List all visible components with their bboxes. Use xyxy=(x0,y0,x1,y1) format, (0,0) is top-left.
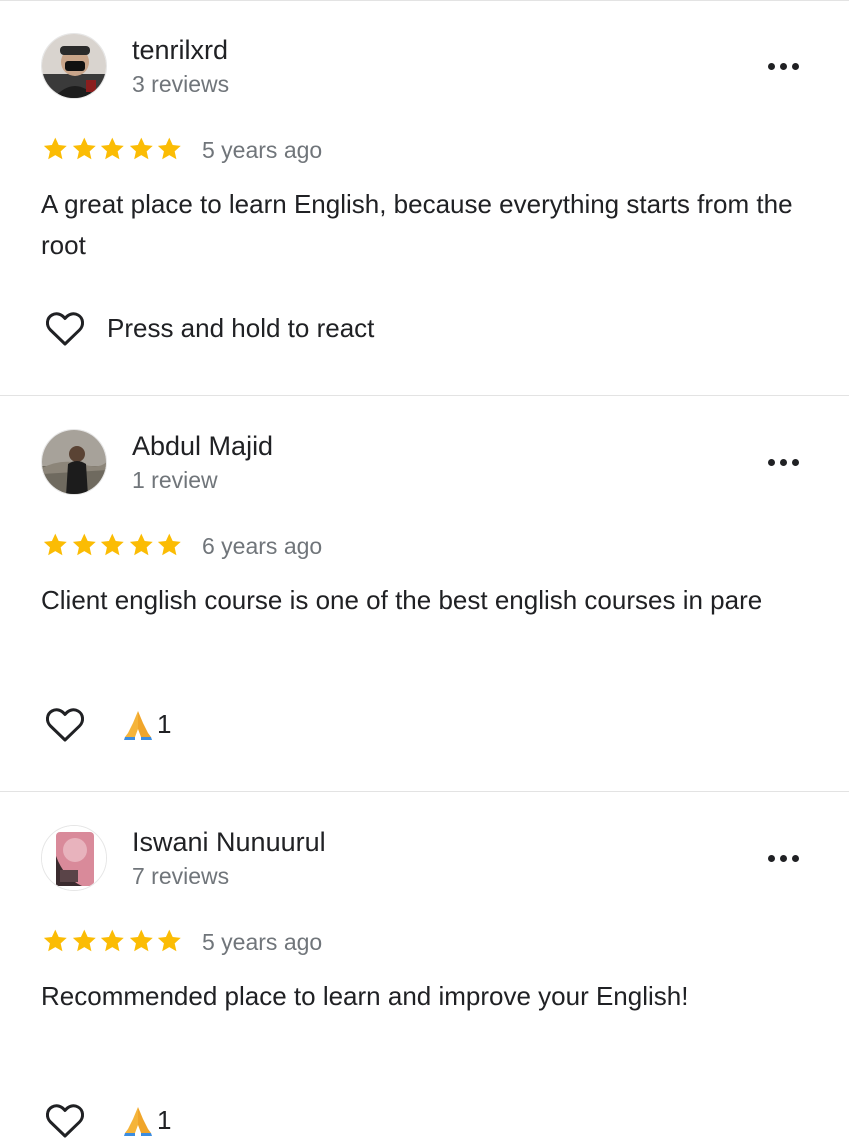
folded-hands-icon xyxy=(124,711,152,740)
star-icon xyxy=(129,137,153,160)
review-date: 6 years ago xyxy=(202,533,323,559)
star-icon xyxy=(72,137,96,160)
star-icon xyxy=(72,533,96,556)
more-options-button[interactable] xyxy=(758,52,808,80)
folded-hands-icon xyxy=(124,1107,152,1136)
reaction-row: Press and hold to react xyxy=(41,304,374,352)
reviewer-name[interactable]: Abdul Majid xyxy=(132,430,273,462)
star-icon xyxy=(43,929,67,952)
heart-outline-icon[interactable] xyxy=(41,304,89,352)
more-horizontal-icon xyxy=(767,854,775,862)
avatar[interactable] xyxy=(41,825,107,891)
review-card: Iswani Nunuurul 7 reviews 5 years ago Re… xyxy=(0,792,849,1143)
heart-outline-icon[interactable] xyxy=(41,700,89,748)
star-icon xyxy=(158,533,182,556)
reaction-chip[interactable]: 1 xyxy=(121,1103,171,1137)
review-card: Abdul Majid 1 review 6 years ago Client … xyxy=(0,396,849,792)
star-icon xyxy=(101,929,124,952)
star-icon xyxy=(101,137,124,160)
reaction-chip[interactable]: 1 xyxy=(121,707,171,741)
star-rating xyxy=(41,135,184,163)
reviews-feed: tenrilxrd 3 reviews 5 years ago A great … xyxy=(0,0,849,1143)
reaction-row: 1 xyxy=(41,700,171,748)
review-date: 5 years ago xyxy=(202,929,323,955)
star-icon xyxy=(72,929,96,952)
reviewer-review-count: 3 reviews xyxy=(132,71,230,97)
star-rating xyxy=(41,531,184,559)
star-icon xyxy=(43,137,67,160)
reviewer-review-count: 1 review xyxy=(132,467,218,493)
star-icon xyxy=(101,533,124,556)
review-text: Client english course is one of the best… xyxy=(41,585,763,615)
review-text: A great place to learn English, because … xyxy=(41,189,793,260)
reaction-count: 1 xyxy=(157,709,172,739)
star-icon xyxy=(129,533,153,556)
reviewer-name[interactable]: tenrilxrd xyxy=(132,34,228,66)
reaction-row: 1 xyxy=(41,1096,171,1143)
more-horizontal-icon xyxy=(767,458,775,466)
star-rating xyxy=(41,927,184,955)
reviewer-review-count: 7 reviews xyxy=(132,863,230,889)
star-icon xyxy=(43,533,67,556)
more-options-button[interactable] xyxy=(758,448,808,476)
more-options-button[interactable] xyxy=(758,844,808,872)
avatar[interactable] xyxy=(41,33,107,99)
react-hint-label[interactable]: Press and hold to react xyxy=(107,312,374,344)
reviewer-name[interactable]: Iswani Nunuurul xyxy=(132,826,326,858)
star-icon xyxy=(129,929,153,952)
star-icon xyxy=(158,929,182,952)
avatar[interactable] xyxy=(41,429,107,495)
more-horizontal-icon xyxy=(767,62,775,70)
review-date: 5 years ago xyxy=(202,137,323,163)
review-text: Recommended place to learn and improve y… xyxy=(41,981,689,1011)
heart-outline-icon[interactable] xyxy=(41,1096,89,1143)
review-card: tenrilxrd 3 reviews 5 years ago A great … xyxy=(0,0,849,396)
star-icon xyxy=(158,137,182,160)
reaction-count: 1 xyxy=(157,1105,172,1135)
